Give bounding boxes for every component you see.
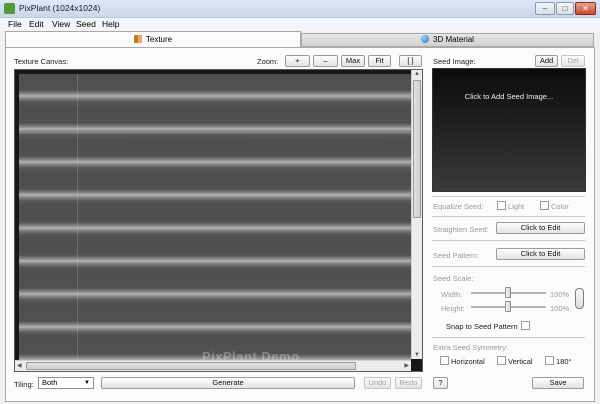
symmetry-vertical-checkbox[interactable] — [497, 356, 506, 365]
symmetry-horizontal-label: Horizontal — [451, 357, 485, 366]
generate-button[interactable]: Generate — [101, 377, 355, 389]
seed-image-preview[interactable]: Click to Add Seed Image... — [432, 68, 586, 192]
separator — [432, 337, 585, 338]
tile-boundary-vertical — [77, 74, 78, 360]
zoom-in-button[interactable]: + — [285, 55, 310, 67]
menu-seed[interactable]: Seed — [76, 19, 96, 29]
canvas-horizontal-scrollbar[interactable]: ◀ ▶ — [15, 360, 411, 371]
tiling-label: Tiling: — [14, 380, 34, 389]
tab-material-label: 3D Material — [433, 35, 474, 44]
width-value: 100% — [550, 290, 570, 299]
zoom-actual-button[interactable]: [ ] — [399, 55, 422, 67]
scroll-down-icon[interactable]: ▼ — [414, 352, 420, 358]
maximize-button[interactable]: □ — [556, 2, 574, 15]
seed-pattern-edit-button[interactable]: Click to Edit — [496, 248, 585, 260]
tab-texture-label: Texture — [145, 35, 173, 44]
tab-3d-material[interactable]: 3D Material — [301, 33, 594, 47]
snap-to-pattern-label: Snap to Seed Pattern — [446, 322, 518, 331]
undo-button[interactable]: Undo — [364, 377, 391, 389]
height-slider-thumb[interactable] — [505, 301, 511, 312]
extra-symmetry-label: Extra Seed Symmetry: — [433, 343, 509, 352]
equalize-light-label: Light — [508, 202, 525, 211]
texture-canvas-label: Texture Canvas: — [14, 57, 69, 66]
menu-view[interactable]: View — [52, 19, 70, 29]
menu-file[interactable]: File — [8, 19, 22, 29]
window-title: PixPlant (1024x1024) — [19, 3, 101, 13]
snap-to-pattern-checkbox[interactable] — [521, 321, 530, 330]
tiling-value: Both — [42, 378, 58, 387]
width-label: Width: — [441, 290, 463, 299]
horizontal-scroll-thumb[interactable] — [26, 362, 356, 370]
symmetry-horizontal-checkbox[interactable] — [440, 356, 449, 365]
texture-canvas[interactable]: PixPlant Demo ▲ ▼ ◀ ▶ — [14, 69, 423, 372]
equalize-color-label: Color — [551, 202, 569, 211]
redo-button[interactable]: Redo — [395, 377, 422, 389]
equalize-color-checkbox[interactable] — [540, 201, 549, 210]
demo-watermark: PixPlant Demo — [202, 349, 300, 360]
canvas-vertical-scrollbar[interactable]: ▲ ▼ — [411, 70, 422, 359]
scroll-right-icon[interactable]: ▶ — [404, 362, 409, 369]
delete-seed-button[interactable]: Del — [561, 55, 585, 67]
straighten-edit-button[interactable]: Click to Edit — [496, 222, 585, 234]
tiling-select[interactable]: Both ▼ — [38, 377, 94, 389]
chevron-down-icon: ▼ — [84, 380, 90, 386]
separator — [432, 240, 585, 241]
separator — [432, 266, 585, 267]
separator — [432, 216, 585, 217]
symmetry-vertical-label: Vertical — [508, 357, 533, 366]
seed-preview-text: Click to Add Seed Image... — [464, 92, 554, 101]
tile-boundary-horizontal — [19, 132, 411, 133]
save-button[interactable]: Save — [532, 377, 584, 389]
sphere-icon — [421, 35, 430, 43]
title-bar: PixPlant (1024x1024) – □ ✕ — [0, 0, 600, 18]
menu-edit[interactable]: Edit — [29, 19, 44, 29]
app-icon — [4, 3, 15, 14]
menu-help[interactable]: Help — [102, 19, 119, 29]
menu-bar: File Edit View Seed Help — [0, 18, 600, 31]
minimize-button[interactable]: – — [535, 2, 555, 15]
width-slider-thumb[interactable] — [505, 287, 511, 298]
straighten-seed-label: Straighten Seed: — [433, 225, 489, 234]
seed-scale-label: Seed Scale: — [433, 274, 474, 283]
height-label: Height: — [441, 304, 465, 313]
tab-texture[interactable]: Texture — [5, 31, 301, 47]
seed-image-label: Seed Image: — [433, 57, 476, 66]
zoom-max-button[interactable]: Max — [341, 55, 365, 67]
seed-pattern-label: Seed Pattern: — [433, 251, 479, 260]
symmetry-180-checkbox[interactable] — [545, 356, 554, 365]
close-button[interactable]: ✕ — [575, 2, 596, 15]
vertical-scroll-thumb[interactable] — [413, 80, 421, 218]
texture-icon — [133, 35, 142, 43]
link-aspect-icon[interactable] — [575, 288, 584, 309]
symmetry-180-label: 180° — [556, 357, 572, 366]
scroll-left-icon[interactable]: ◀ — [17, 362, 22, 369]
equalize-seed-label: Equalize Seed: — [433, 202, 484, 211]
equalize-light-checkbox[interactable] — [497, 201, 506, 210]
texture-image[interactable]: PixPlant Demo — [19, 74, 411, 360]
zoom-label: Zoom: — [257, 57, 279, 66]
zoom-fit-button[interactable]: Fit — [368, 55, 391, 67]
add-seed-button[interactable]: Add — [535, 55, 558, 67]
zoom-out-button[interactable]: – — [313, 55, 338, 67]
separator — [432, 196, 585, 197]
height-value: 100% — [550, 304, 570, 313]
help-button[interactable]: ? — [433, 377, 448, 389]
scroll-up-icon[interactable]: ▲ — [414, 71, 420, 77]
